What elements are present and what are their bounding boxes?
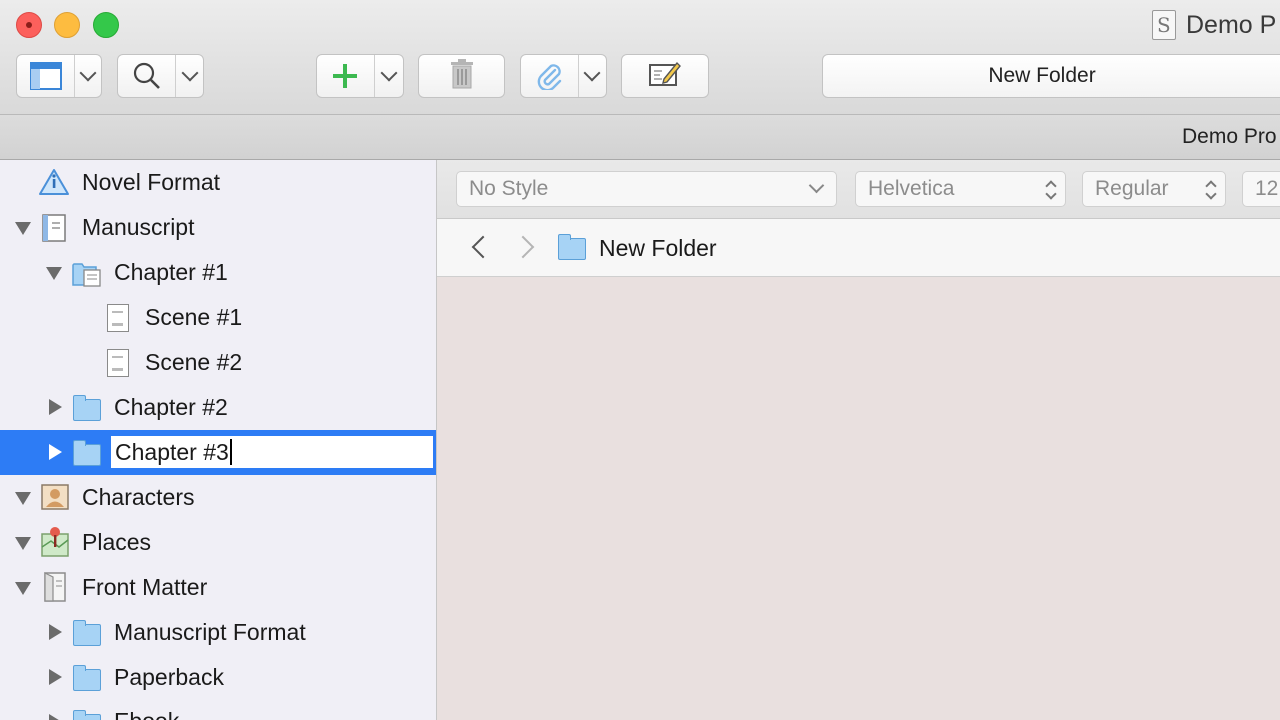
trash-icon — [449, 58, 475, 94]
font-family-select[interactable]: Helvetica — [855, 171, 1066, 207]
project-header: Demo Pro — [0, 115, 1280, 160]
window-titlebar: Demo P — [0, 0, 1280, 115]
disclosure-triangle-collapsed-icon[interactable] — [49, 714, 62, 720]
up-down-arrows-icon — [1045, 180, 1057, 200]
text-caret — [229, 439, 232, 465]
disclosure-triangle-collapsed-icon[interactable] — [49, 669, 62, 685]
binder-item-chapter-2[interactable]: Chapter #2 — [0, 385, 436, 430]
folder-with-docs-icon — [72, 259, 102, 292]
move-to-trash-button[interactable] — [418, 54, 505, 98]
style-select-value: No Style — [469, 177, 549, 200]
folder-icon — [73, 395, 101, 421]
warning-triangle-icon — [38, 168, 70, 201]
style-select[interactable]: No Style — [456, 171, 837, 207]
disclosure-triangle-collapsed-icon[interactable] — [49, 624, 62, 640]
view-mode-button[interactable] — [16, 54, 102, 98]
binder-item-paperback[interactable]: Paperback — [0, 655, 436, 700]
window-title: Demo P — [1152, 8, 1276, 42]
search-button[interactable] — [117, 54, 204, 98]
disclosure-triangle-collapsed-icon[interactable] — [49, 399, 62, 415]
binder-sidebar[interactable]: Novel Format Manuscript Chapter #1 Scene… — [0, 160, 437, 720]
disclosure-triangle-collapsed-icon[interactable] — [49, 444, 62, 460]
document-title-text: New Folder — [988, 64, 1096, 87]
binder-item-label: Manuscript Format — [114, 619, 306, 645]
binder-item-label: Characters — [82, 484, 195, 510]
binder-item-label: Chapter #1 — [114, 259, 228, 285]
folder-icon — [73, 710, 101, 720]
chevron-down-icon[interactable] — [579, 55, 606, 97]
disclosure-triangle-expanded-icon[interactable] — [15, 492, 31, 505]
disclosure-triangle-expanded-icon[interactable] — [46, 267, 62, 280]
places-icon — [41, 525, 69, 562]
document-title-field[interactable]: New Folder — [822, 54, 1280, 98]
project-title: Demo Pro — [1182, 125, 1277, 148]
scrivener-document-icon — [1152, 10, 1176, 40]
chevron-down-icon — [808, 177, 825, 194]
binder-item-label: Manuscript — [82, 214, 195, 240]
font-family-value: Helvetica — [868, 177, 955, 200]
paperclip-icon — [521, 55, 578, 97]
binder-item-characters[interactable]: Characters — [0, 475, 436, 520]
attachment-button[interactable] — [520, 54, 607, 98]
binder-item-label: Places — [82, 529, 152, 555]
rename-input[interactable]: Chapter #3 — [109, 434, 435, 470]
search-icon — [118, 55, 175, 97]
binder-item-scene-1[interactable]: Scene #1 — [0, 295, 436, 340]
characters-icon — [41, 484, 69, 515]
chevron-down-icon[interactable] — [375, 55, 403, 97]
compose-icon — [648, 59, 682, 94]
font-weight-select[interactable]: Regular — [1082, 171, 1226, 207]
folder-icon — [73, 620, 101, 646]
document-icon — [107, 304, 129, 332]
binder-item-label: Front Matter — [82, 574, 208, 600]
disclosure-triangle-expanded-icon[interactable] — [15, 222, 31, 235]
plus-icon — [317, 55, 374, 97]
format-bar: No Style Helvetica Regular 12 — [437, 160, 1280, 219]
binder-item-chapter-1[interactable]: Chapter #1 — [0, 250, 436, 295]
forward-arrow-icon[interactable] — [511, 235, 535, 259]
editor-document-title: New Folder — [599, 235, 717, 261]
binder-item-chapter-3[interactable]: Chapter #3 — [0, 430, 436, 475]
disclosure-triangle-expanded-icon[interactable] — [15, 537, 31, 550]
minimize-window-button[interactable] — [54, 12, 80, 38]
font-weight-value: Regular — [1095, 177, 1169, 200]
disclosure-triangle-expanded-icon[interactable] — [15, 582, 31, 595]
binder-item-scene-2[interactable]: Scene #2 — [0, 340, 436, 385]
close-window-button[interactable] — [16, 12, 42, 38]
rename-input-value: Chapter #3 — [115, 438, 229, 465]
binder-item-label: Scene #1 — [145, 304, 243, 330]
binder-item-label: Paperback — [114, 664, 224, 690]
font-size-value: 12 — [1255, 177, 1279, 200]
compose-button[interactable] — [621, 54, 709, 98]
editor-header: New Folder — [437, 219, 1280, 277]
binder-item-manuscript-format[interactable]: Manuscript Format — [0, 610, 436, 655]
binder-layout-icon — [17, 55, 74, 97]
binder-item-novel-format[interactable]: Novel Format — [0, 160, 436, 205]
chevron-down-icon[interactable] — [75, 55, 101, 97]
window-title-text: Demo P — [1186, 10, 1277, 39]
folder-icon — [73, 440, 101, 466]
manuscript-icon — [42, 214, 66, 247]
binder-item-manuscript[interactable]: Manuscript — [0, 205, 436, 250]
zoom-window-button[interactable] — [93, 12, 119, 38]
editor-area[interactable] — [437, 277, 1280, 720]
binder-item-label: Scene #2 — [145, 349, 243, 375]
folder-icon — [73, 665, 101, 691]
chevron-down-icon[interactable] — [176, 55, 203, 97]
binder-item-label: Novel Format — [82, 169, 221, 195]
back-arrow-icon[interactable] — [471, 235, 495, 259]
document-icon — [107, 349, 129, 377]
add-item-button[interactable] — [316, 54, 404, 98]
font-size-select[interactable]: 12 — [1242, 171, 1280, 207]
binder-item-ebook[interactable]: Ebook — [0, 700, 436, 720]
up-down-arrows-icon — [1205, 180, 1217, 200]
binder-item-places[interactable]: Places — [0, 520, 436, 565]
folder-icon — [558, 234, 586, 260]
binder-item-front-matter[interactable]: Front Matter — [0, 565, 436, 610]
binder-item-label: Ebook — [114, 708, 179, 720]
front-matter-icon — [42, 572, 68, 607]
binder-item-label: Chapter #2 — [114, 394, 228, 420]
